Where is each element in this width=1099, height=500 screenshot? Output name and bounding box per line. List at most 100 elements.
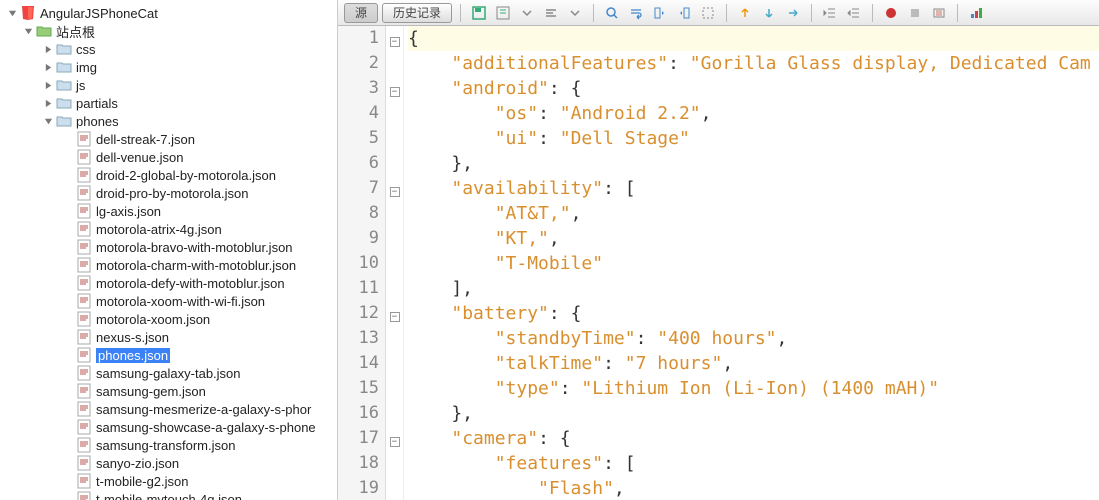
- tree-file[interactable]: dell-streak-7.json: [0, 130, 337, 148]
- tree-file[interactable]: samsung-mesmerize-a-galaxy-s-phor: [0, 400, 337, 418]
- code-line[interactable]: },: [408, 151, 1099, 176]
- twisty-closed-icon[interactable]: [42, 61, 54, 73]
- twisty-none: [62, 331, 74, 343]
- tree-file[interactable]: samsung-showcase-a-galaxy-s-phone: [0, 418, 337, 436]
- code-line[interactable]: "camera": {: [408, 426, 1099, 451]
- twisty-open-icon[interactable]: [22, 25, 34, 37]
- chevron-down-icon[interactable]: [565, 3, 585, 23]
- fold-cell: −: [386, 176, 403, 201]
- tree-folder[interactable]: phones: [0, 112, 337, 130]
- fold-toggle-icon[interactable]: −: [390, 312, 400, 322]
- edit-icon[interactable]: [493, 3, 513, 23]
- twisty-open-icon[interactable]: [6, 7, 18, 19]
- line-number: 1: [338, 26, 379, 51]
- select-icon[interactable]: [698, 3, 718, 23]
- stop-icon[interactable]: [905, 3, 925, 23]
- code-line[interactable]: "battery": {: [408, 301, 1099, 326]
- chevron-down-icon[interactable]: [517, 3, 537, 23]
- tree-file[interactable]: dell-venue.json: [0, 148, 337, 166]
- record-icon[interactable]: [881, 3, 901, 23]
- file-tree-sidebar[interactable]: AngularJSPhoneCat站点根cssimgjspartialsphon…: [0, 0, 338, 500]
- code-line[interactable]: "ui": "Dell Stage": [408, 126, 1099, 151]
- code-line[interactable]: "KT,",: [408, 226, 1099, 251]
- fold-toggle-icon[interactable]: −: [390, 187, 400, 197]
- tree-folder[interactable]: img: [0, 58, 337, 76]
- tree-file[interactable]: samsung-galaxy-tab.json: [0, 364, 337, 382]
- tree-file[interactable]: samsung-gem.json: [0, 382, 337, 400]
- tree-file[interactable]: motorola-charm-with-motoblur.json: [0, 256, 337, 274]
- arrow-up-icon[interactable]: [735, 3, 755, 23]
- twisty-open-icon[interactable]: [42, 115, 54, 127]
- tree-file[interactable]: samsung-transform.json: [0, 436, 337, 454]
- tree-file[interactable]: motorola-defy-with-motoblur.json: [0, 274, 337, 292]
- tree-file[interactable]: sanyo-zio.json: [0, 454, 337, 472]
- code-line[interactable]: {: [408, 26, 1099, 51]
- line-number: 18: [338, 451, 379, 476]
- code-line[interactable]: "talkTime": "7 hours",: [408, 351, 1099, 376]
- toolbar-sep: [872, 4, 873, 22]
- file-icon: [76, 239, 92, 255]
- tree-file[interactable]: t-mobile-mytouch-4g.json: [0, 490, 337, 500]
- tree-file-selected[interactable]: phones.json: [0, 346, 337, 364]
- tree-file[interactable]: droid-pro-by-motorola.json: [0, 184, 337, 202]
- source-tab-button[interactable]: 源: [344, 3, 378, 23]
- twisty-closed-icon[interactable]: [42, 97, 54, 109]
- code-body[interactable]: { "additionalFeatures": "Gorilla Glass d…: [404, 26, 1099, 500]
- fold-cell: [386, 476, 403, 500]
- fold-toggle-icon[interactable]: −: [390, 437, 400, 447]
- bookmark-prev-icon[interactable]: [650, 3, 670, 23]
- tree-file[interactable]: motorola-xoom-with-wi-fi.json: [0, 292, 337, 310]
- code-line[interactable]: "additionalFeatures": "Gorilla Glass dis…: [408, 51, 1099, 76]
- code-line[interactable]: "type": "Lithium Ion (Li-Ion) (1400 mAH)…: [408, 376, 1099, 401]
- fold-cell: −: [386, 426, 403, 451]
- tree-folder[interactable]: css: [0, 40, 337, 58]
- code-line[interactable]: ],: [408, 276, 1099, 301]
- settings-icon[interactable]: [929, 3, 949, 23]
- history-tab-button[interactable]: 历史记录: [382, 3, 452, 23]
- bookmark-next-icon[interactable]: [674, 3, 694, 23]
- outdent-icon[interactable]: [820, 3, 840, 23]
- find-icon[interactable]: [602, 3, 622, 23]
- code-line[interactable]: "features": [: [408, 451, 1099, 476]
- tree-folder[interactable]: 站点根: [0, 22, 337, 40]
- code-line[interactable]: "availability": [: [408, 176, 1099, 201]
- wrap-icon[interactable]: [626, 3, 646, 23]
- file-icon: [76, 185, 92, 201]
- align-icon[interactable]: [541, 3, 561, 23]
- file-icon: [20, 5, 36, 21]
- twisty-closed-icon[interactable]: [42, 79, 54, 91]
- code-line[interactable]: "AT&T,",: [408, 201, 1099, 226]
- tree-file[interactable]: droid-2-global-by-motorola.json: [0, 166, 337, 184]
- toolbar-sep: [726, 4, 727, 22]
- code-line[interactable]: },: [408, 401, 1099, 426]
- save-icon[interactable]: [469, 3, 489, 23]
- tree-file[interactable]: motorola-xoom.json: [0, 310, 337, 328]
- code-line[interactable]: "standbyTime": "400 hours",: [408, 326, 1099, 351]
- code-line[interactable]: "os": "Android 2.2",: [408, 101, 1099, 126]
- tree-label: nexus-s.json: [96, 330, 169, 345]
- arrow-down-icon[interactable]: [759, 3, 779, 23]
- tree-folder[interactable]: AngularJSPhoneCat: [0, 4, 337, 22]
- fold-toggle-icon[interactable]: −: [390, 37, 400, 47]
- twisty-closed-icon[interactable]: [42, 43, 54, 55]
- indent-icon[interactable]: [844, 3, 864, 23]
- code-line[interactable]: "android": {: [408, 76, 1099, 101]
- twisty-none: [62, 133, 74, 145]
- bars-icon[interactable]: [966, 3, 986, 23]
- tree-file[interactable]: t-mobile-g2.json: [0, 472, 337, 490]
- code-area[interactable]: 12345678910111213141516171819 − − − − − …: [338, 26, 1099, 500]
- tree-file[interactable]: nexus-s.json: [0, 328, 337, 346]
- tree-file[interactable]: motorola-bravo-with-motoblur.json: [0, 238, 337, 256]
- code-line[interactable]: "T-Mobile": [408, 251, 1099, 276]
- code-line[interactable]: "Flash",: [408, 476, 1099, 500]
- tree-folder[interactable]: js: [0, 76, 337, 94]
- line-number: 8: [338, 201, 379, 226]
- twisty-none: [62, 169, 74, 181]
- fold-column[interactable]: − − − − −: [386, 26, 404, 500]
- arrow-right-icon[interactable]: [783, 3, 803, 23]
- tree-file[interactable]: motorola-atrix-4g.json: [0, 220, 337, 238]
- fold-toggle-icon[interactable]: −: [390, 87, 400, 97]
- tree-folder[interactable]: partials: [0, 94, 337, 112]
- line-number: 14: [338, 351, 379, 376]
- tree-file[interactable]: lg-axis.json: [0, 202, 337, 220]
